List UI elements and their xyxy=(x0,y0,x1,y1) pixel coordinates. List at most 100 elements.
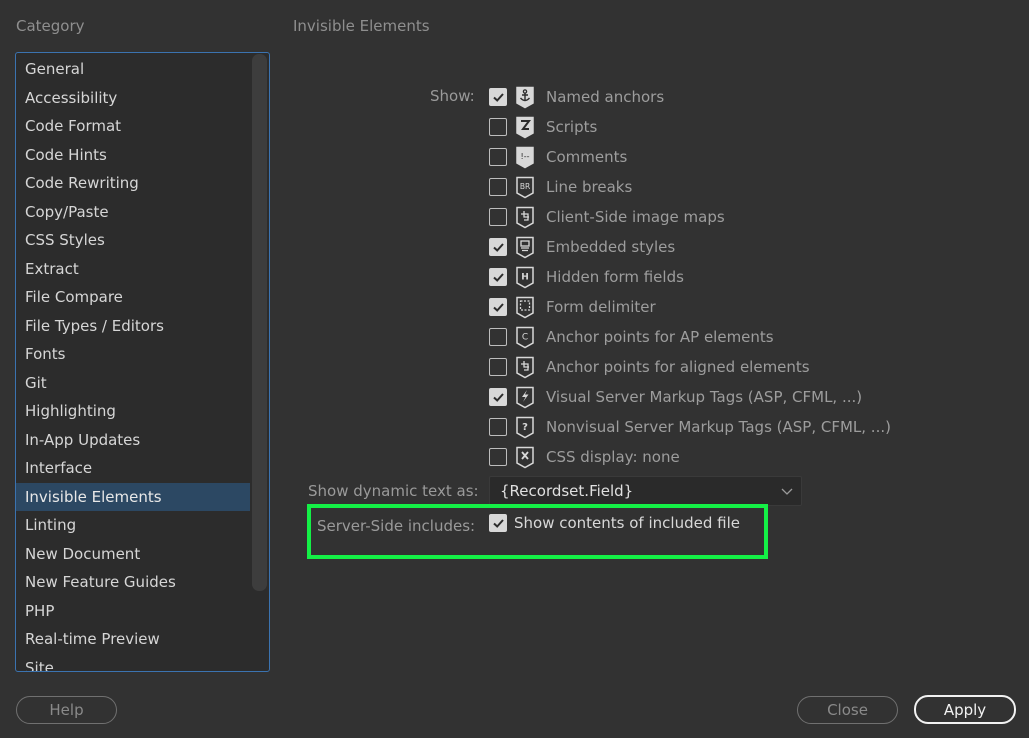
help-button[interactable]: Help xyxy=(16,696,117,724)
checkmark-icon xyxy=(492,392,504,402)
category-item[interactable]: Real-time Preview xyxy=(16,625,250,654)
option-label: Named anchors xyxy=(546,88,665,106)
ssi-checkbox-label: Show contents of included file xyxy=(514,514,740,532)
show-option[interactable]: Form delimiter xyxy=(489,296,656,318)
option-checkbox[interactable] xyxy=(489,388,507,406)
visual-server-tag-icon xyxy=(515,386,535,409)
category-item[interactable]: Interface xyxy=(16,454,250,483)
option-label: Comments xyxy=(546,148,628,166)
option-label: Anchor points for AP elements xyxy=(546,328,774,346)
aligned-anchor-icon xyxy=(515,356,535,379)
panel-title: Invisible Elements xyxy=(293,17,430,35)
dynamic-text-value: {Recordset.Field} xyxy=(500,482,634,500)
show-option[interactable]: Visual Server Markup Tags (ASP, CFML, ..… xyxy=(489,386,862,408)
form-delimiter-icon xyxy=(515,296,535,319)
category-item[interactable]: Fonts xyxy=(16,340,250,369)
category-item[interactable]: New Document xyxy=(16,540,250,569)
checkmark-icon xyxy=(492,302,504,312)
css-display-none-icon xyxy=(515,446,535,469)
option-label: Nonvisual Server Markup Tags (ASP, CFML,… xyxy=(546,418,891,436)
category-item[interactable]: In-App Updates xyxy=(16,426,250,455)
category-item[interactable]: Linting xyxy=(16,511,250,540)
show-option[interactable]: !-- Comments xyxy=(489,146,627,168)
anchor-icon xyxy=(515,86,535,109)
option-label: Embedded styles xyxy=(546,238,676,256)
option-checkbox[interactable] xyxy=(489,418,507,436)
line-break-icon: BR xyxy=(515,176,535,199)
comment-icon: !-- xyxy=(515,146,535,169)
category-item[interactable]: Code Rewriting xyxy=(16,169,250,198)
show-option[interactable]: ? Nonvisual Server Markup Tags (ASP, CFML… xyxy=(489,416,891,438)
checkmark-icon xyxy=(492,242,504,252)
option-label: Anchor points for aligned elements xyxy=(546,358,810,376)
category-item[interactable]: Copy/Paste xyxy=(16,198,250,227)
option-checkbox[interactable] xyxy=(489,238,507,256)
svg-text:C: C xyxy=(522,332,528,342)
show-option[interactable]: Embedded styles xyxy=(489,236,675,258)
dynamic-text-label: Show dynamic text as: xyxy=(308,482,479,500)
category-item[interactable]: Git xyxy=(16,369,250,398)
ssi-label: Server-Side includes: xyxy=(317,517,476,535)
nonvisual-server-tag-icon: ? xyxy=(515,416,535,439)
category-item[interactable]: Code Hints xyxy=(16,141,250,170)
show-option[interactable]: Scripts xyxy=(489,116,597,138)
svg-text:?: ? xyxy=(522,422,528,433)
category-item[interactable]: File Types / Editors xyxy=(16,312,250,341)
close-button[interactable]: Close xyxy=(797,696,898,724)
option-checkbox[interactable] xyxy=(489,358,507,376)
category-item[interactable]: Code Format xyxy=(16,112,250,141)
show-option[interactable]: Named anchors xyxy=(489,86,664,108)
show-option[interactable]: BR Line breaks xyxy=(489,176,632,198)
option-checkbox[interactable] xyxy=(489,88,507,106)
checkmark-icon xyxy=(492,518,504,528)
option-label: Form delimiter xyxy=(546,298,656,316)
category-title: Category xyxy=(16,17,85,35)
dynamic-text-select[interactable]: {Recordset.Field} xyxy=(489,476,802,506)
script-icon xyxy=(515,116,535,139)
option-label: Scripts xyxy=(546,118,598,136)
show-option[interactable]: Client-Side image maps xyxy=(489,206,725,228)
show-option[interactable]: H Hidden form fields xyxy=(489,266,684,288)
image-map-icon xyxy=(515,206,535,229)
category-scrollbar[interactable] xyxy=(252,54,267,591)
option-checkbox[interactable] xyxy=(489,208,507,226)
category-item[interactable]: Accessibility xyxy=(16,84,250,113)
checkmark-icon xyxy=(492,272,504,282)
show-option[interactable]: CSS display: none xyxy=(489,446,680,468)
embedded-style-icon xyxy=(515,236,535,259)
category-item[interactable]: Site xyxy=(16,654,250,672)
show-label: Show: xyxy=(430,87,475,105)
category-list[interactable]: General Accessibility Code Format Code Hint… xyxy=(15,52,270,672)
ssi-checkbox[interactable] xyxy=(489,514,507,532)
option-label: Hidden form fields xyxy=(546,268,684,286)
category-item[interactable]: CSS Styles xyxy=(16,226,250,255)
ap-anchor-icon: C xyxy=(515,326,535,349)
category-item[interactable]: New Feature Guides xyxy=(16,568,250,597)
option-checkbox[interactable] xyxy=(489,148,507,166)
option-checkbox[interactable] xyxy=(489,178,507,196)
show-option[interactable]: C Anchor points for AP elements xyxy=(489,326,774,348)
option-checkbox[interactable] xyxy=(489,268,507,286)
option-label: Visual Server Markup Tags (ASP, CFML, ..… xyxy=(546,388,863,406)
category-item[interactable]: PHP xyxy=(16,597,250,626)
show-option[interactable]: Anchor points for aligned elements xyxy=(489,356,810,378)
svg-text:BR: BR xyxy=(520,182,530,191)
chevron-down-icon xyxy=(781,488,793,495)
svg-text:!--: !-- xyxy=(521,152,530,161)
checkmark-icon xyxy=(492,92,504,102)
category-item[interactable]: Highlighting xyxy=(16,397,250,426)
svg-text:H: H xyxy=(521,272,529,282)
option-checkbox[interactable] xyxy=(489,328,507,346)
option-checkbox[interactable] xyxy=(489,448,507,466)
category-item[interactable]: File Compare xyxy=(16,283,250,312)
category-item[interactable]: Invisible Elements xyxy=(16,482,250,511)
category-item[interactable]: Extract xyxy=(16,255,250,284)
option-label: CSS display: none xyxy=(546,448,680,466)
option-checkbox[interactable] xyxy=(489,118,507,136)
option-label: Line breaks xyxy=(546,178,633,196)
category-item[interactable]: General xyxy=(16,55,250,84)
ssi-option[interactable]: Show contents of included file xyxy=(489,514,740,532)
hidden-field-icon: H xyxy=(515,266,535,289)
option-checkbox[interactable] xyxy=(489,298,507,316)
apply-button[interactable]: Apply xyxy=(914,695,1016,724)
